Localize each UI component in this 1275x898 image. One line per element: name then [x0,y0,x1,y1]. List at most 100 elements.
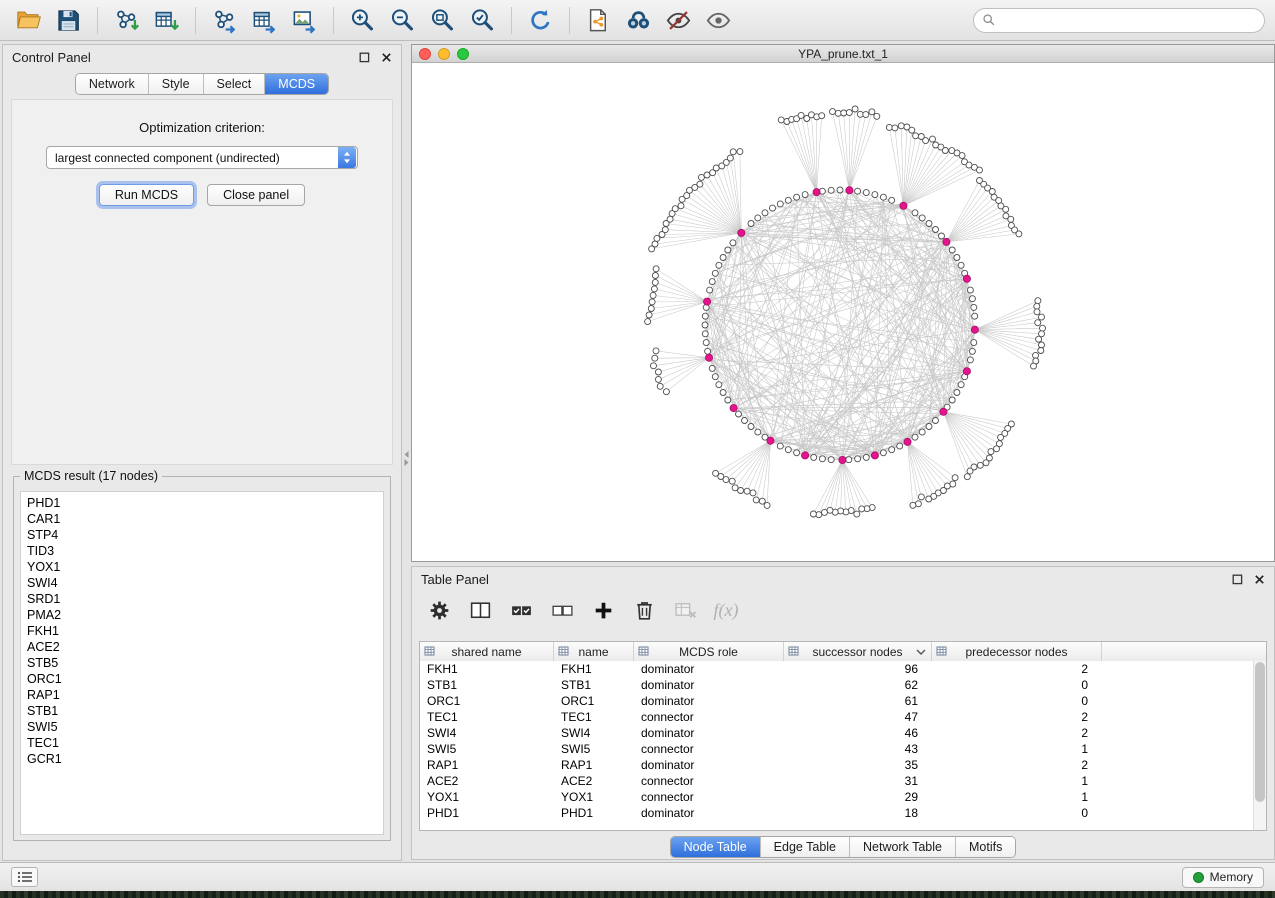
cell-name: ORC1 [554,693,634,709]
node-table: shared name nameMCDS rolesuccessor nodesp… [419,641,1267,831]
mcds-result-item[interactable]: PHD1 [27,495,383,511]
cell-shared-name: ACE2 [420,773,554,789]
export-table-button[interactable] [246,4,283,37]
cell-name: SWI4 [554,725,634,741]
column-label: shared name [451,645,521,659]
tab-select[interactable]: Select [204,74,266,94]
table-row[interactable]: YOX1YOX1connector291 [420,789,1266,805]
mcds-result-item[interactable]: PMA2 [27,607,383,623]
list-icon [17,870,33,884]
search-input[interactable] [973,8,1265,33]
close-mcds-panel-button[interactable]: Close panel [207,184,305,206]
tab-network[interactable]: Network [76,74,149,94]
table-scrollbar[interactable] [1253,661,1266,830]
delete-column-button[interactable] [627,593,661,627]
cell-successor-nodes: 31 [784,773,932,789]
zoom-out-button[interactable] [384,4,421,37]
mcds-result-item[interactable]: RAP1 [27,687,383,703]
mcds-result-item[interactable]: SRD1 [27,591,383,607]
table-row[interactable]: SWI4SWI4dominator462 [420,725,1266,741]
export-network-icon [211,7,238,34]
export-image-button[interactable] [286,4,323,37]
create-column-button[interactable] [586,593,620,627]
column-header-shared-name[interactable]: shared name [420,642,554,661]
deselect-all-rows-button[interactable] [545,593,579,627]
close-table-panel-icon[interactable] [1254,574,1265,585]
task-history-button[interactable] [11,867,38,887]
scrollbar-thumb[interactable] [1255,662,1265,802]
mcds-result-item[interactable]: STB5 [27,655,383,671]
function-icon: f(x) [714,600,739,621]
mcds-result-item[interactable]: SWI5 [27,719,383,735]
save-session-button[interactable] [50,4,87,37]
window-close-icon[interactable] [419,48,431,60]
table-row[interactable]: PHD1PHD1dominator180 [420,805,1266,821]
tab-network-table[interactable]: Network Table [850,837,956,857]
sort-indicator-icon[interactable] [916,649,926,656]
table-row[interactable]: RAP1RAP1dominator352 [420,757,1266,773]
table-row[interactable]: TEC1TEC1connector472 [420,709,1266,725]
table-row[interactable]: FKH1FKH1dominator962 [420,661,1266,677]
mcds-result-list[interactable]: PHD1CAR1STP4TID3YOX1SWI4SRD1PMA2FKH1ACE2… [20,491,384,835]
column-header-name[interactable]: name [554,642,634,661]
cell-shared-name: FKH1 [420,661,554,677]
mcds-result-item[interactable]: ORC1 [27,671,383,687]
run-mcds-button[interactable]: Run MCDS [99,184,194,206]
mcds-result-item[interactable]: STB1 [27,703,383,719]
tab-mcds[interactable]: MCDS [265,74,328,94]
cell-successor-nodes: 43 [784,741,932,757]
toolbar-separator [97,7,98,34]
table-row[interactable]: SWI5SWI5connector431 [420,741,1266,757]
refresh-view-button[interactable] [522,4,559,37]
column-header-predecessor-nodes[interactable]: predecessor nodes [932,642,1102,661]
control-panel-title: Control Panel [12,50,91,65]
optimization-criterion-label: Optimization criterion: [12,120,392,135]
zoom-in-button[interactable] [344,4,381,37]
mcds-result-item[interactable]: YOX1 [27,559,383,575]
tab-motifs[interactable]: Motifs [956,837,1015,857]
zoom-fit-icon [429,7,456,34]
table-row[interactable]: STB1STB1dominator620 [420,677,1266,693]
trash-icon [632,598,657,623]
mcds-result-item[interactable]: CAR1 [27,511,383,527]
vertical-splitter[interactable] [402,44,411,861]
network-window-titlebar[interactable]: YPA_prune.txt_1 [412,45,1274,63]
tab-node-table[interactable]: Node Table [671,837,761,857]
float-panel-icon[interactable] [359,52,370,63]
column-header-MCDS-role[interactable]: MCDS role [634,642,784,661]
share-document-button[interactable] [580,4,617,37]
show-all-button[interactable] [700,4,737,37]
network-canvas[interactable] [412,63,1274,561]
window-minimize-icon[interactable] [438,48,450,60]
mcds-result-item[interactable]: STP4 [27,527,383,543]
zoom-fit-button[interactable] [424,4,461,37]
mcds-result-item[interactable]: TEC1 [27,735,383,751]
open-file-button[interactable] [10,4,47,37]
column-header-successor-nodes[interactable]: successor nodes [784,642,932,661]
import-network-button[interactable] [108,4,145,37]
mcds-result-item[interactable]: TID3 [27,543,383,559]
table-row[interactable]: ORC1ORC1dominator610 [420,693,1266,709]
tab-style[interactable]: Style [149,74,204,94]
table-settings-button[interactable] [422,593,456,627]
zoom-selected-button[interactable] [464,4,501,37]
show-column-panel-button[interactable] [463,593,497,627]
hide-selected-button[interactable] [660,4,697,37]
cell-predecessor-nodes: 2 [932,709,1102,725]
mcds-result-item[interactable]: GCR1 [27,751,383,767]
mcds-result-item[interactable]: FKH1 [27,623,383,639]
close-panel-icon[interactable] [381,52,392,63]
import-table-button[interactable] [148,4,185,37]
criterion-select[interactable]: largest connected component (undirected) [46,146,358,169]
tab-edge-table[interactable]: Edge Table [761,837,850,857]
find-button[interactable] [620,4,657,37]
float-table-panel-icon[interactable] [1232,574,1243,585]
mcds-result-item[interactable]: ACE2 [27,639,383,655]
window-maximize-icon[interactable] [457,48,469,60]
memory-button[interactable]: Memory [1182,867,1264,888]
select-all-rows-button[interactable] [504,593,538,627]
export-network-button[interactable] [206,4,243,37]
table-row[interactable]: ACE2ACE2connector311 [420,773,1266,789]
mcds-tab-content: Optimization criterion: largest connecte… [11,99,393,465]
mcds-result-item[interactable]: SWI4 [27,575,383,591]
